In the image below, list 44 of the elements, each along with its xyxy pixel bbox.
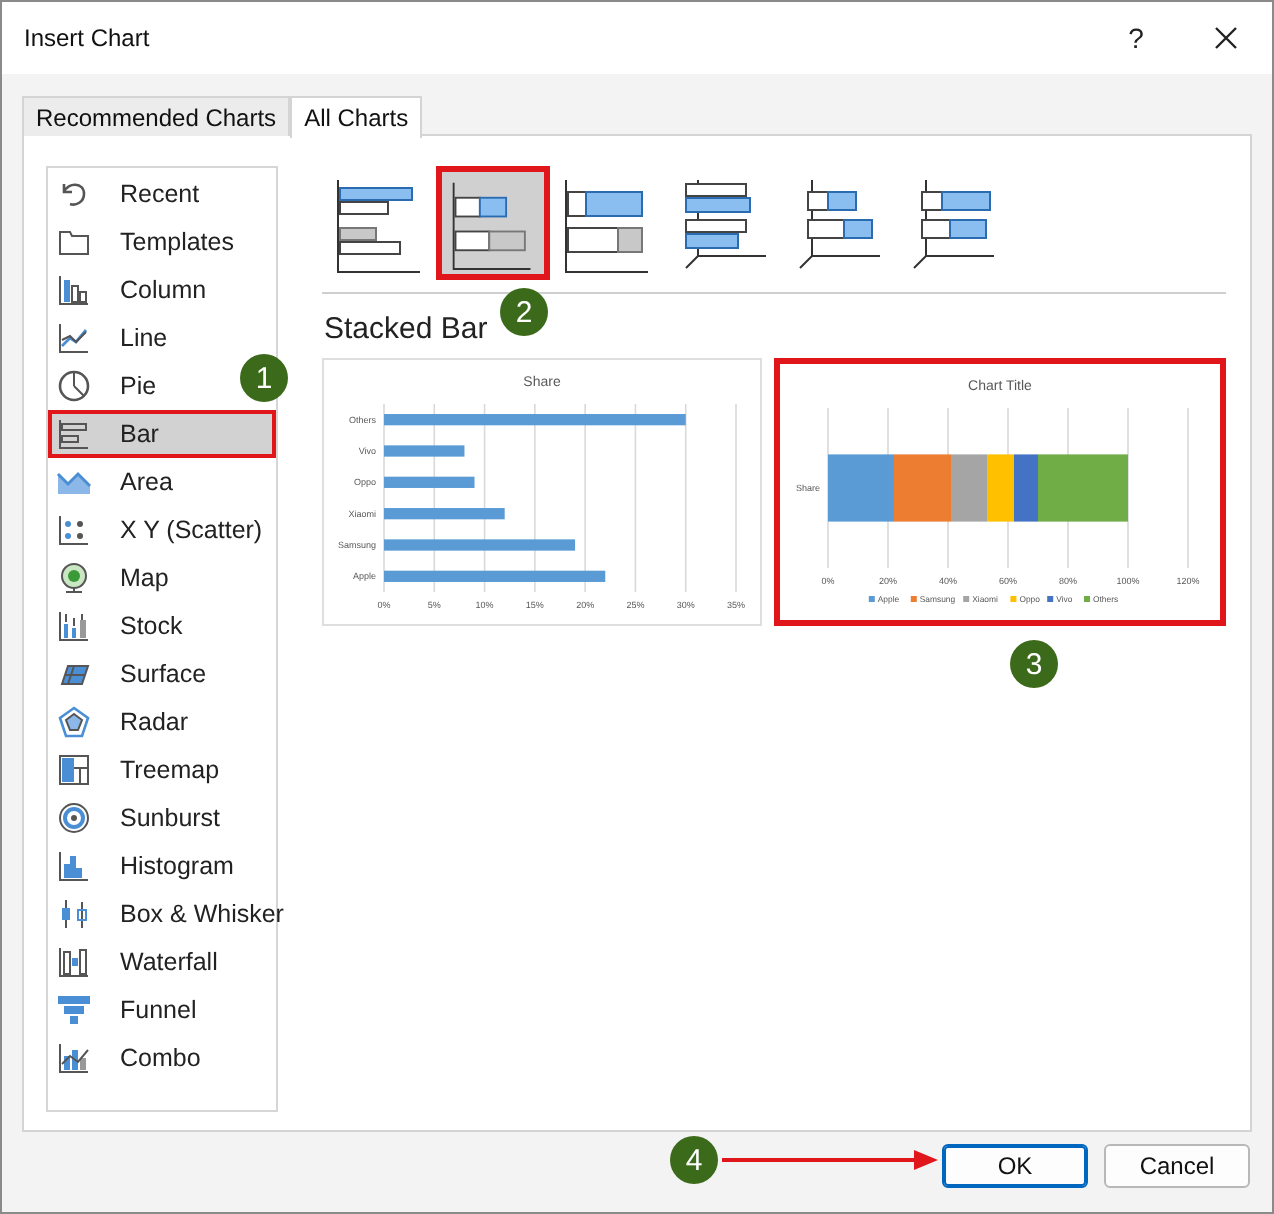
chart-type-item[interactable]: Box & Whisker — [48, 890, 292, 938]
waterfall-chart-icon — [56, 944, 92, 980]
tab[interactable]: Recommended Charts — [22, 96, 291, 136]
chart-subtype-thumbnail[interactable] — [436, 166, 550, 280]
line-chart-icon — [56, 320, 92, 356]
funnel-icon — [56, 992, 92, 1028]
chart-type-item[interactable]: Pie — [48, 362, 165, 410]
dialog-button[interactable]: Cancel — [1104, 1144, 1250, 1188]
bar-chart-icon — [56, 416, 92, 452]
chart-type-item[interactable]: X Y (Scatter) — [48, 506, 271, 554]
chart-type-item[interactable]: Sunburst — [48, 794, 229, 842]
globe-icon — [56, 560, 92, 596]
stock-chart-icon — [56, 608, 92, 644]
chart-type-item[interactable]: Combo — [48, 1034, 209, 1082]
combo-chart-icon — [56, 1040, 92, 1076]
chart-type-item[interactable]: Funnel — [48, 986, 205, 1034]
scatter-chart-icon — [56, 512, 92, 548]
subtype-title: Stacked Bar — [324, 312, 488, 346]
box-whisker-icon — [56, 896, 92, 932]
sunburst-icon — [56, 800, 92, 836]
chart-type-item[interactable]: Recent — [48, 170, 208, 218]
dialog-button[interactable]: OK — [942, 1144, 1088, 1188]
window-title: Insert Chart — [24, 24, 152, 52]
tab[interactable]: All Charts — [290, 96, 423, 138]
histogram-icon — [56, 848, 92, 884]
column-chart-icon — [56, 272, 92, 308]
chart-type-item[interactable]: Templates — [48, 218, 242, 266]
chart-type-item[interactable]: Stock — [48, 602, 191, 650]
chart-type-item[interactable]: Histogram — [48, 842, 242, 890]
chart-type-item[interactable]: Area — [48, 458, 181, 506]
chart-type-item[interactable]: Line — [48, 314, 176, 362]
treemap-icon — [56, 752, 92, 788]
step-badge: 4 — [670, 1136, 718, 1184]
chart-type-item[interactable]: Column — [48, 266, 215, 314]
pie-chart-icon — [56, 368, 92, 404]
radar-chart-icon — [56, 704, 92, 740]
chart-type-item[interactable]: Map — [48, 554, 177, 602]
chart-type-item[interactable]: Bar — [48, 410, 276, 458]
close-icon[interactable] — [1214, 26, 1238, 50]
chart-type-item[interactable]: Radar — [48, 698, 197, 746]
chart-type-item[interactable]: Waterfall — [48, 938, 226, 986]
chart-type-item[interactable]: Surface — [48, 650, 215, 698]
help-button[interactable]: ? — [1092, 22, 1180, 54]
chart-type-item[interactable]: Treemap — [48, 746, 228, 794]
